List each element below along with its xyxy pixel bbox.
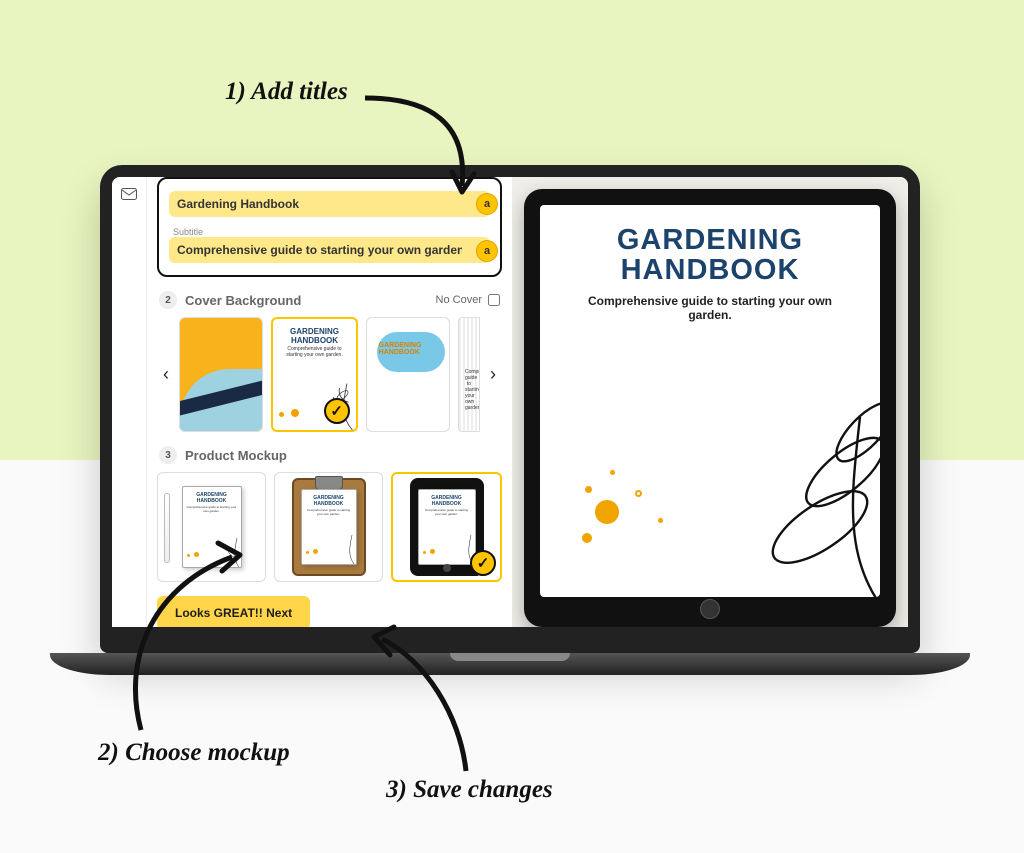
no-cover-checkbox[interactable] (488, 294, 500, 306)
cover-option-2[interactable]: GARDENING HANDBOOK Comprehensive guide t… (271, 317, 357, 432)
step-2-badge: 2 (159, 291, 177, 309)
preview-tablet: GARDENING HANDBOOK Comprehensive guide t… (524, 189, 896, 627)
subtitle-input[interactable] (169, 237, 490, 263)
annotation-choose-mockup: 2) Choose mockup (98, 739, 290, 767)
step-3-badge: 3 (159, 446, 177, 464)
leaf-illustration-icon (660, 377, 880, 597)
cover-option-4[interactable]: Comprehensive guide to starting your own… (458, 317, 480, 432)
cover-option-3[interactable]: GARDENING HANDBOOK (366, 317, 450, 432)
arrow-save-changes-icon (370, 625, 480, 775)
selected-check-icon: ✓ (470, 550, 496, 576)
mockup-option-clipboard[interactable]: GARDENING HANDBOOK Comprehensive guide t… (274, 472, 383, 582)
mockup-section-label: Product Mockup (185, 448, 287, 463)
leaf-icon (322, 530, 357, 565)
ai-assist-subtitle-button[interactable]: a (476, 240, 498, 262)
preview-title: GARDENING HANDBOOK (558, 225, 862, 286)
preview-subtitle: Comprehensive guide to starting your own… (558, 294, 862, 322)
cover-option-1[interactable]: GARDENING HANDBOOK (179, 317, 263, 432)
subtitle-label: Subtitle (169, 227, 490, 237)
no-cover-label: No Cover (436, 294, 482, 306)
mockup-option-tablet[interactable]: GARDENING HANDBOOK Comprehensive guide t… (391, 472, 502, 582)
annotation-add-titles: 1) Add titles (225, 78, 348, 106)
covers-next-button[interactable]: › (484, 355, 502, 395)
annotation-save-changes: 3) Save changes (386, 776, 553, 804)
selected-check-icon: ✓ (324, 398, 350, 424)
cover-section-label: Cover Background (185, 293, 301, 308)
covers-prev-button[interactable]: ‹ (157, 355, 175, 395)
arrow-add-titles-icon (360, 88, 482, 204)
arrow-choose-mockup-icon (126, 535, 256, 735)
dots-decoration (585, 480, 619, 542)
mockup-section-header: 3 Product Mockup (159, 446, 500, 464)
mail-icon[interactable] (121, 187, 137, 205)
cover-section-header: 2 Cover Background No Cover (159, 291, 500, 309)
